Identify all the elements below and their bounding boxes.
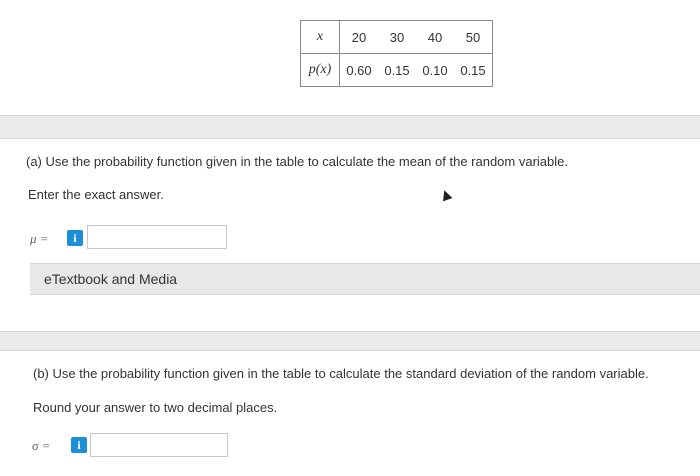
p-value-3: 0.10 xyxy=(416,53,454,87)
p-value-1: 0.60 xyxy=(339,53,378,87)
part-b-panel: (b) Use the probability function given i… xyxy=(0,350,700,476)
table-row-x: x 20 30 40 50 xyxy=(300,20,493,54)
p-value-4: 0.15 xyxy=(454,53,493,87)
part-b-instruction: Round your answer to two decimal places. xyxy=(33,400,278,415)
p-value-2: 0.15 xyxy=(378,53,416,87)
probability-table: x 20 30 40 50 p(x) 0.60 0.15 0.10 0.15 xyxy=(300,20,493,87)
table-row-p: p(x) 0.60 0.15 0.10 0.15 xyxy=(300,53,493,87)
x-header: x xyxy=(300,20,340,54)
x-value-4: 50 xyxy=(454,20,493,54)
part-a-panel: (a) Use the probability function given i… xyxy=(0,138,700,332)
x-value-1: 20 xyxy=(339,20,378,54)
x-value-2: 30 xyxy=(378,20,416,54)
probability-table-panel: x 20 30 40 50 p(x) 0.60 0.15 0.10 0.15 xyxy=(0,0,700,116)
mean-answer-input[interactable] xyxy=(87,225,227,249)
part-b-question: (b) Use the probability function given i… xyxy=(33,366,649,381)
etextbook-media-link[interactable]: eTextbook and Media xyxy=(30,263,700,295)
p-header: p(x) xyxy=(300,53,340,87)
info-icon[interactable]: i xyxy=(67,230,83,246)
sd-answer-input[interactable] xyxy=(90,433,228,457)
mu-symbol: μ = xyxy=(30,231,49,246)
sigma-symbol: σ = xyxy=(32,438,51,453)
part-a-instruction: Enter the exact answer. xyxy=(28,187,164,202)
info-icon[interactable]: i xyxy=(71,437,87,453)
part-a-question: (a) Use the probability function given i… xyxy=(26,154,568,169)
x-value-3: 40 xyxy=(416,20,454,54)
mouse-cursor-icon xyxy=(439,188,453,202)
